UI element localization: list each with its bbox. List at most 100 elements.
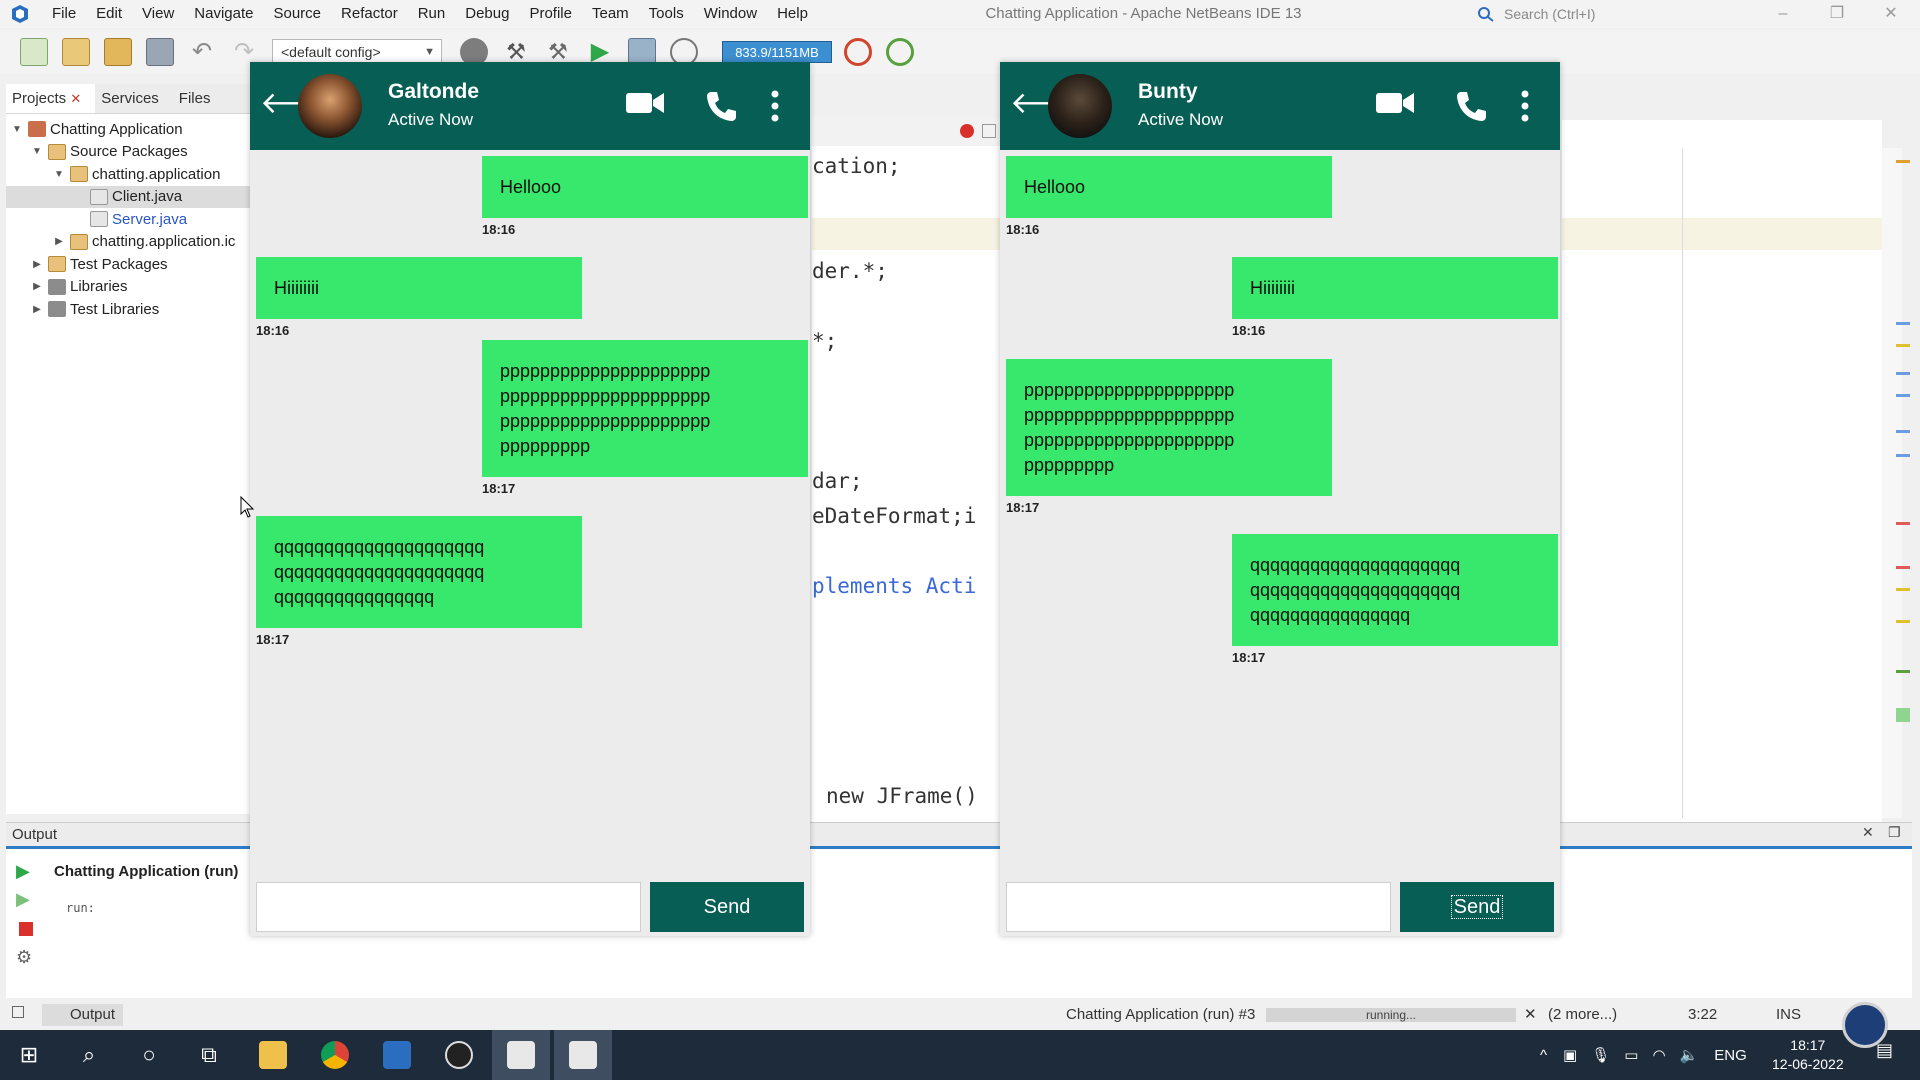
battery-icon[interactable]: ▭ [1624,1046,1638,1064]
tab-projects[interactable]: Projects ✕ [6,84,96,113]
gutter-mark[interactable] [1896,430,1910,433]
rerun-icon[interactable]: ▶ [16,861,36,881]
java-app-icon[interactable] [492,1030,550,1080]
more-vertical-icon[interactable] [1520,90,1530,122]
gutter-mark[interactable] [1896,708,1910,722]
gutter-mark[interactable] [1896,566,1910,569]
tree-item-test-libraries[interactable]: ▶ Test Libraries [6,298,251,321]
tab-services[interactable]: Services [95,84,173,113]
task-view-icon[interactable]: ⧉ [180,1030,238,1080]
chevron-down-icon[interactable]: ▼ [52,169,66,180]
restore-button[interactable]: ❐ [1812,0,1862,28]
gutter-mark[interactable] [1896,322,1910,325]
search-icon[interactable]: ⌕ [60,1030,118,1080]
chevron-right-icon[interactable]: ▶ [52,236,66,247]
gutter-mark[interactable] [1896,454,1910,457]
stop-icon[interactable] [16,919,36,939]
send-button[interactable]: Send [650,882,804,932]
java-app-icon[interactable] [554,1030,612,1080]
gutter-mark[interactable] [1896,344,1910,347]
stop-macro-icon[interactable] [982,124,996,138]
tree-item-test-packages[interactable]: ▶ Test Packages [6,253,251,276]
menu-file[interactable]: File [42,0,86,28]
menu-tools[interactable]: Tools [639,0,694,28]
menu-window[interactable]: Window [694,0,767,28]
chrome-icon[interactable] [306,1030,364,1080]
gutter-mark[interactable] [1896,620,1910,623]
menu-debug[interactable]: Debug [455,0,519,28]
chevron-up-icon[interactable]: ^ [1540,1047,1547,1064]
cortana-icon[interactable]: ○ [120,1030,178,1080]
menu-source[interactable]: Source [263,0,331,28]
memory-meter[interactable]: 833.9/1151MB [722,41,832,63]
chevron-down-icon[interactable]: ▼ [30,146,44,157]
message-input[interactable] [1006,882,1391,932]
tree-item-server-java[interactable]: Server.java [6,208,251,231]
avatar[interactable] [298,74,362,138]
message-input[interactable] [256,882,641,932]
gutter-mark[interactable] [1896,670,1910,673]
tree-item-project[interactable]: ▼ Chatting Application [6,118,251,141]
netbeans-taskbar-icon[interactable] [368,1030,426,1080]
menu-refactor[interactable]: Refactor [331,0,408,28]
new-project-icon[interactable] [62,38,90,66]
tree-item-client-java[interactable]: Client.java [6,185,251,208]
phone-icon[interactable] [704,90,738,122]
gutter-mark[interactable] [1896,160,1910,163]
ide-search-input[interactable]: Search (Ctrl+I) [1476,3,1752,25]
volume-icon[interactable]: 🔈 [1680,1046,1699,1064]
chevron-right-icon[interactable]: ▶ [30,281,44,292]
obs-icon[interactable] [430,1030,488,1080]
language-indicator[interactable]: ENG [1714,1047,1747,1064]
gutter-mark[interactable] [1896,588,1910,591]
more-vertical-icon[interactable] [770,90,780,122]
menu-run[interactable]: Run [408,0,456,28]
clock[interactable]: 18:17 12-06-2022 [1772,1036,1844,1074]
save-all-icon[interactable] [146,38,174,66]
tree-item-libraries[interactable]: ▶ Libraries [6,276,251,299]
profiler-snapshot-icon[interactable] [886,38,914,66]
video-call-icon[interactable] [625,90,665,116]
chevron-down-icon[interactable]: ▼ [10,124,24,135]
close-window-button[interactable]: ✕ [1866,0,1916,28]
status-more-tasks[interactable]: (2 more...) [1548,1002,1617,1028]
menu-help[interactable]: Help [767,0,818,28]
toggle-panel-icon[interactable] [12,1006,24,1018]
video-call-icon[interactable] [1375,90,1415,116]
tab-files[interactable]: Files [173,84,225,113]
minimize-button[interactable]: – [1758,0,1808,28]
menu-profile[interactable]: Profile [519,0,582,28]
wifi-icon[interactable]: ◠ [1652,1046,1665,1064]
menu-team[interactable]: Team [582,0,639,28]
chevron-right-icon[interactable]: ▶ [30,304,44,315]
avatar[interactable] [1048,74,1112,138]
menu-navigate[interactable]: Navigate [184,0,263,28]
tree-item-source-packages[interactable]: ▼ Source Packages [6,141,251,164]
gutter-mark[interactable] [1896,522,1910,525]
gutter-mark[interactable] [1896,372,1910,375]
open-project-icon[interactable] [104,38,132,66]
gc-icon[interactable] [844,38,872,66]
new-file-icon[interactable] [20,38,48,66]
rerun-settings-icon[interactable]: ▶ [16,889,36,909]
gutter-mark[interactable] [1896,394,1910,397]
send-button[interactable]: Send [1400,882,1554,932]
menu-edit[interactable]: Edit [86,0,132,28]
settings-icon[interactable]: ⚙ [16,947,36,967]
cancel-task-icon[interactable]: ✕ [1524,1002,1537,1028]
meet-now-icon[interactable]: ▣ [1563,1046,1577,1064]
breakpoint-icon[interactable] [960,124,974,138]
microphone-icon[interactable]: 🎙 [1591,1046,1610,1064]
file-explorer-icon[interactable] [244,1030,302,1080]
tree-item-icons-package[interactable]: ▶ chatting.application.ic [6,231,251,254]
phone-icon[interactable] [1454,90,1488,122]
undo-icon[interactable]: ↶ [188,38,216,66]
maximize-icon[interactable]: ❐ [1888,824,1901,841]
status-output-tab[interactable]: Output [42,1004,124,1026]
close-icon[interactable]: ✕ [70,91,81,106]
tree-item-package[interactable]: ▼ chatting.application [6,163,251,186]
close-icon[interactable]: ✕ [1862,824,1874,841]
menu-view[interactable]: View [132,0,184,28]
chevron-right-icon[interactable]: ▶ [30,259,44,270]
windows-start-icon[interactable]: ⊞ [0,1030,58,1080]
